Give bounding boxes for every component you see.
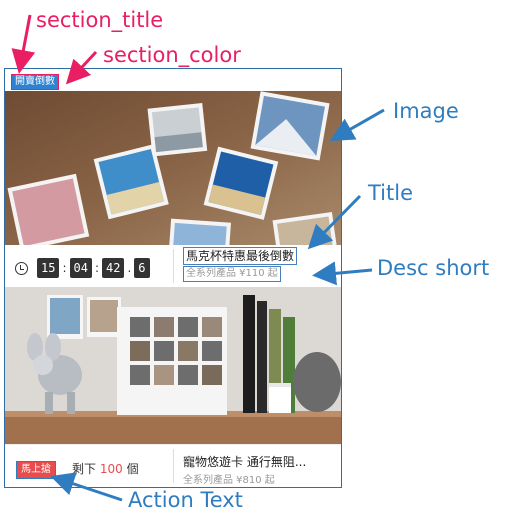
wood-photos-illustration [5, 91, 341, 245]
countdown-timer: 15 : 04 : 42 . 6 [37, 258, 150, 278]
annotation-section-title: section_title [36, 8, 164, 32]
arrow-image [329, 108, 385, 141]
item-title[interactable]: 馬克杯特惠最後倒數 [183, 247, 298, 265]
promo-card: 開賣倒數 15: 04: 42 . 6 馬克杯特惠最後倒數 全系列產品 ¥1… [4, 68, 342, 488]
remaining-count: 100 [99, 462, 123, 476]
item-desc-short: 全系列產品 ¥110 起 [183, 266, 281, 282]
divider [173, 249, 174, 283]
annotation-action-text: Action Text [128, 488, 243, 512]
product-image-1[interactable] [5, 91, 341, 245]
countdown-seconds: 42 [102, 258, 125, 278]
countdown-minutes: 04 [69, 258, 92, 278]
annotation-title: Title [368, 181, 414, 205]
item-row-2[interactable]: 馬上搶 剩下 100 個 寵物悠遊卡 通行無阻... 全系列產品 ¥810 起 [5, 444, 341, 487]
section-header: 開賣倒數 [5, 69, 341, 91]
divider [173, 449, 174, 483]
item-desc-short: 全系列產品 ¥810 起 [183, 475, 275, 486]
countdown-separator: . [127, 261, 132, 275]
product-image-2[interactable] [5, 287, 341, 444]
item-title[interactable]: 寵物悠遊卡 通行無阻... [183, 453, 306, 470]
arrow-section-title [11, 14, 36, 74]
remaining-prefix: 剩下 [72, 462, 97, 476]
annotation-section-color: section_color [103, 43, 241, 67]
countdown-separator: : [94, 261, 99, 275]
remaining-suffix: 個 [126, 462, 139, 476]
countdown-hours: 15 [37, 258, 60, 278]
shelf-decor-illustration [5, 287, 341, 444]
section-title-badge: 開賣倒數 [11, 74, 59, 90]
clock-icon [15, 262, 28, 275]
annotation-desc-short: Desc short [377, 256, 490, 280]
remaining-stock: 剩下 100 個 [72, 460, 139, 477]
countdown-tenths: 6 [134, 258, 150, 278]
annotation-image: Image [393, 99, 459, 123]
item-row-1[interactable]: 15 : 04 : 42 . 6 馬克杯特惠最後倒數 全系列產品 ¥110 起 [5, 245, 341, 287]
countdown-separator: : [62, 261, 67, 275]
action-button[interactable]: 馬上搶 [16, 461, 56, 479]
